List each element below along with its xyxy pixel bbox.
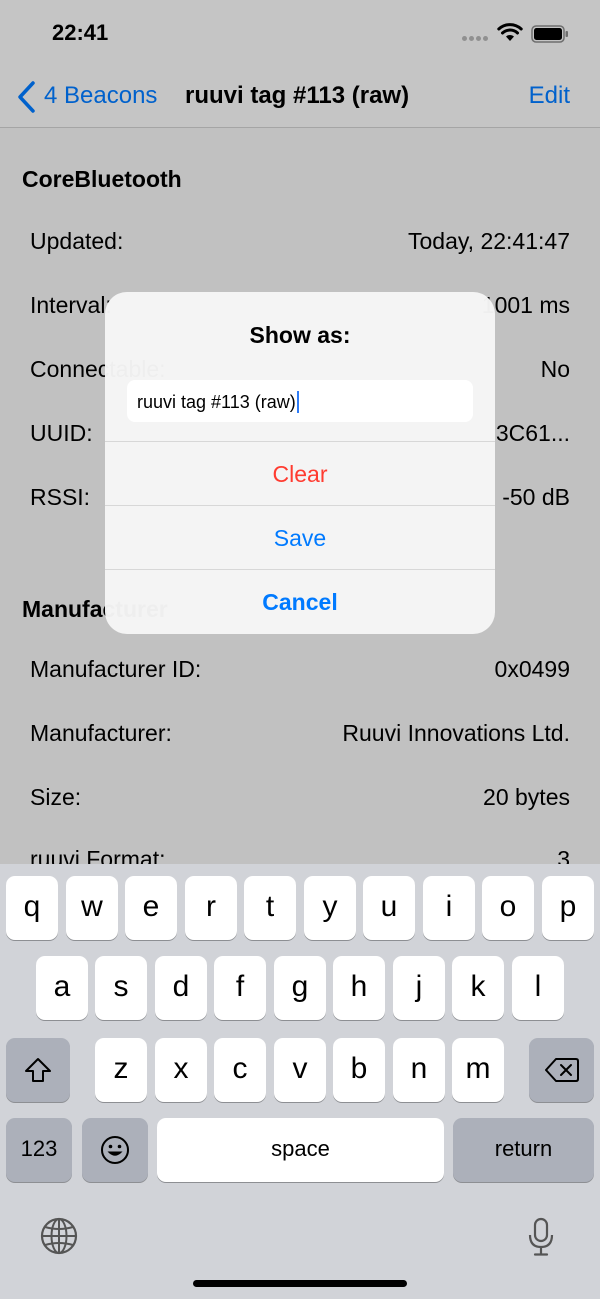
key-e[interactable]: e bbox=[125, 876, 177, 940]
space-key[interactable]: space bbox=[157, 1118, 444, 1182]
key-n[interactable]: n bbox=[393, 1038, 445, 1102]
shift-icon bbox=[25, 1058, 51, 1083]
key-h[interactable]: h bbox=[333, 956, 385, 1020]
key-r[interactable]: r bbox=[185, 876, 237, 940]
key-b[interactable]: b bbox=[333, 1038, 385, 1102]
rename-alert: Show as: ruuvi tag #113 (raw) Clear Save… bbox=[105, 292, 495, 634]
clear-button[interactable]: Clear bbox=[105, 442, 495, 506]
key-t[interactable]: t bbox=[244, 876, 296, 940]
delete-key[interactable] bbox=[529, 1038, 594, 1102]
delete-icon bbox=[544, 1058, 579, 1083]
key-v[interactable]: v bbox=[274, 1038, 326, 1102]
globe-icon[interactable] bbox=[40, 1217, 78, 1255]
alert-title: Show as: bbox=[249, 322, 351, 348]
key-c[interactable]: c bbox=[214, 1038, 266, 1102]
name-field-value: ruuvi tag #113 (raw) bbox=[137, 392, 296, 412]
key-a[interactable]: a bbox=[36, 956, 88, 1020]
microphone-icon[interactable] bbox=[527, 1217, 555, 1257]
key-w[interactable]: w bbox=[66, 876, 118, 940]
text-cursor bbox=[296, 391, 299, 413]
key-d[interactable]: d bbox=[155, 956, 207, 1020]
key-f[interactable]: f bbox=[214, 956, 266, 1020]
save-button[interactable]: Save bbox=[105, 506, 495, 570]
key-i[interactable]: i bbox=[423, 876, 475, 940]
key-q[interactable]: q bbox=[6, 876, 58, 940]
key-u[interactable]: u bbox=[363, 876, 415, 940]
return-key[interactable]: return bbox=[453, 1118, 594, 1182]
key-j[interactable]: j bbox=[393, 956, 445, 1020]
key-p[interactable]: p bbox=[542, 876, 594, 940]
cancel-button[interactable]: Cancel bbox=[105, 570, 495, 634]
key-k[interactable]: k bbox=[452, 956, 504, 1020]
emoji-key[interactable] bbox=[82, 1118, 148, 1182]
keyboard: q w e r t y u i o p a s d f g h j k l z … bbox=[0, 864, 600, 1299]
key-x[interactable]: x bbox=[155, 1038, 207, 1102]
key-y[interactable]: y bbox=[304, 876, 356, 940]
numbers-key[interactable]: 123 bbox=[6, 1118, 72, 1182]
shift-key[interactable] bbox=[6, 1038, 70, 1102]
key-g[interactable]: g bbox=[274, 956, 326, 1020]
key-z[interactable]: z bbox=[95, 1038, 147, 1102]
home-indicator[interactable] bbox=[193, 1280, 407, 1287]
key-m[interactable]: m bbox=[452, 1038, 504, 1102]
emoji-icon bbox=[101, 1136, 129, 1165]
key-l[interactable]: l bbox=[512, 956, 564, 1020]
key-o[interactable]: o bbox=[482, 876, 534, 940]
name-text-field[interactable]: ruuvi tag #113 (raw) bbox=[127, 380, 473, 422]
key-s[interactable]: s bbox=[95, 956, 147, 1020]
